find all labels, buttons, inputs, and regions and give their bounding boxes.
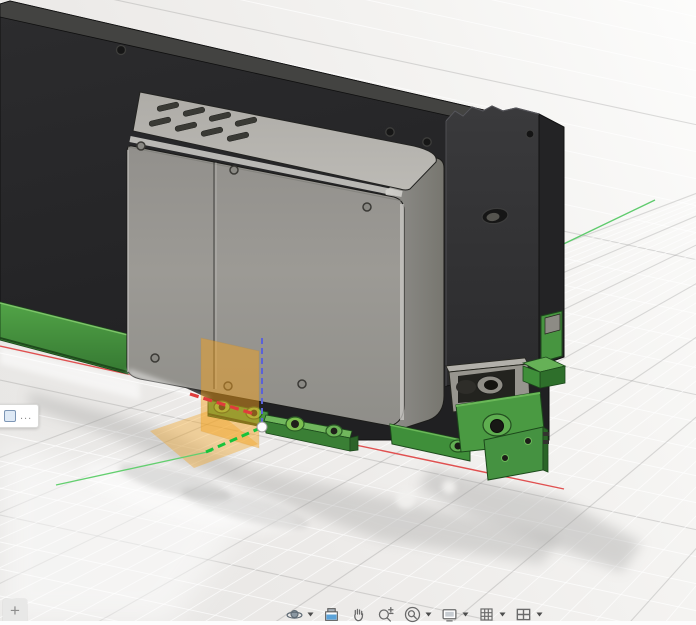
viewports-dropdown-caret[interactable] bbox=[534, 603, 544, 625]
origin-point[interactable] bbox=[256, 421, 268, 433]
grid-and-snaps-dropdown-caret[interactable] bbox=[497, 603, 507, 625]
viewport-canvas[interactable] bbox=[0, 0, 696, 625]
document-icon bbox=[4, 410, 16, 422]
fit-dropdown-caret[interactable] bbox=[423, 603, 433, 625]
display-settings-icon bbox=[441, 606, 458, 623]
selection-plane-vertical bbox=[200, 337, 260, 449]
zoom-icon bbox=[377, 606, 394, 623]
grid-and-snaps-icon bbox=[478, 606, 495, 623]
look-at-icon bbox=[323, 606, 340, 623]
viewports-icon bbox=[515, 606, 532, 623]
viewports-button[interactable] bbox=[512, 603, 534, 625]
popup-dots: ... bbox=[20, 410, 33, 422]
look-at-button[interactable] bbox=[320, 603, 342, 625]
fit-icon bbox=[404, 606, 421, 623]
left-edge-popup[interactable]: ... bbox=[0, 404, 39, 428]
zoom-button[interactable] bbox=[374, 603, 396, 625]
pan-icon bbox=[350, 606, 367, 623]
display-settings-button[interactable] bbox=[438, 603, 460, 625]
orbit-dropdown-caret[interactable] bbox=[305, 603, 315, 625]
navigation-toolbar bbox=[283, 603, 549, 625]
orbit-icon bbox=[285, 606, 303, 623]
expand-plus-button[interactable]: + bbox=[3, 599, 27, 623]
display-settings-dropdown-caret[interactable] bbox=[460, 603, 470, 625]
pan-button[interactable] bbox=[347, 603, 369, 625]
grid-and-snaps-button[interactable] bbox=[475, 603, 497, 625]
fit-button[interactable] bbox=[401, 603, 423, 625]
orbit-button[interactable] bbox=[283, 603, 305, 625]
cad-viewport: ... + bbox=[0, 0, 696, 625]
